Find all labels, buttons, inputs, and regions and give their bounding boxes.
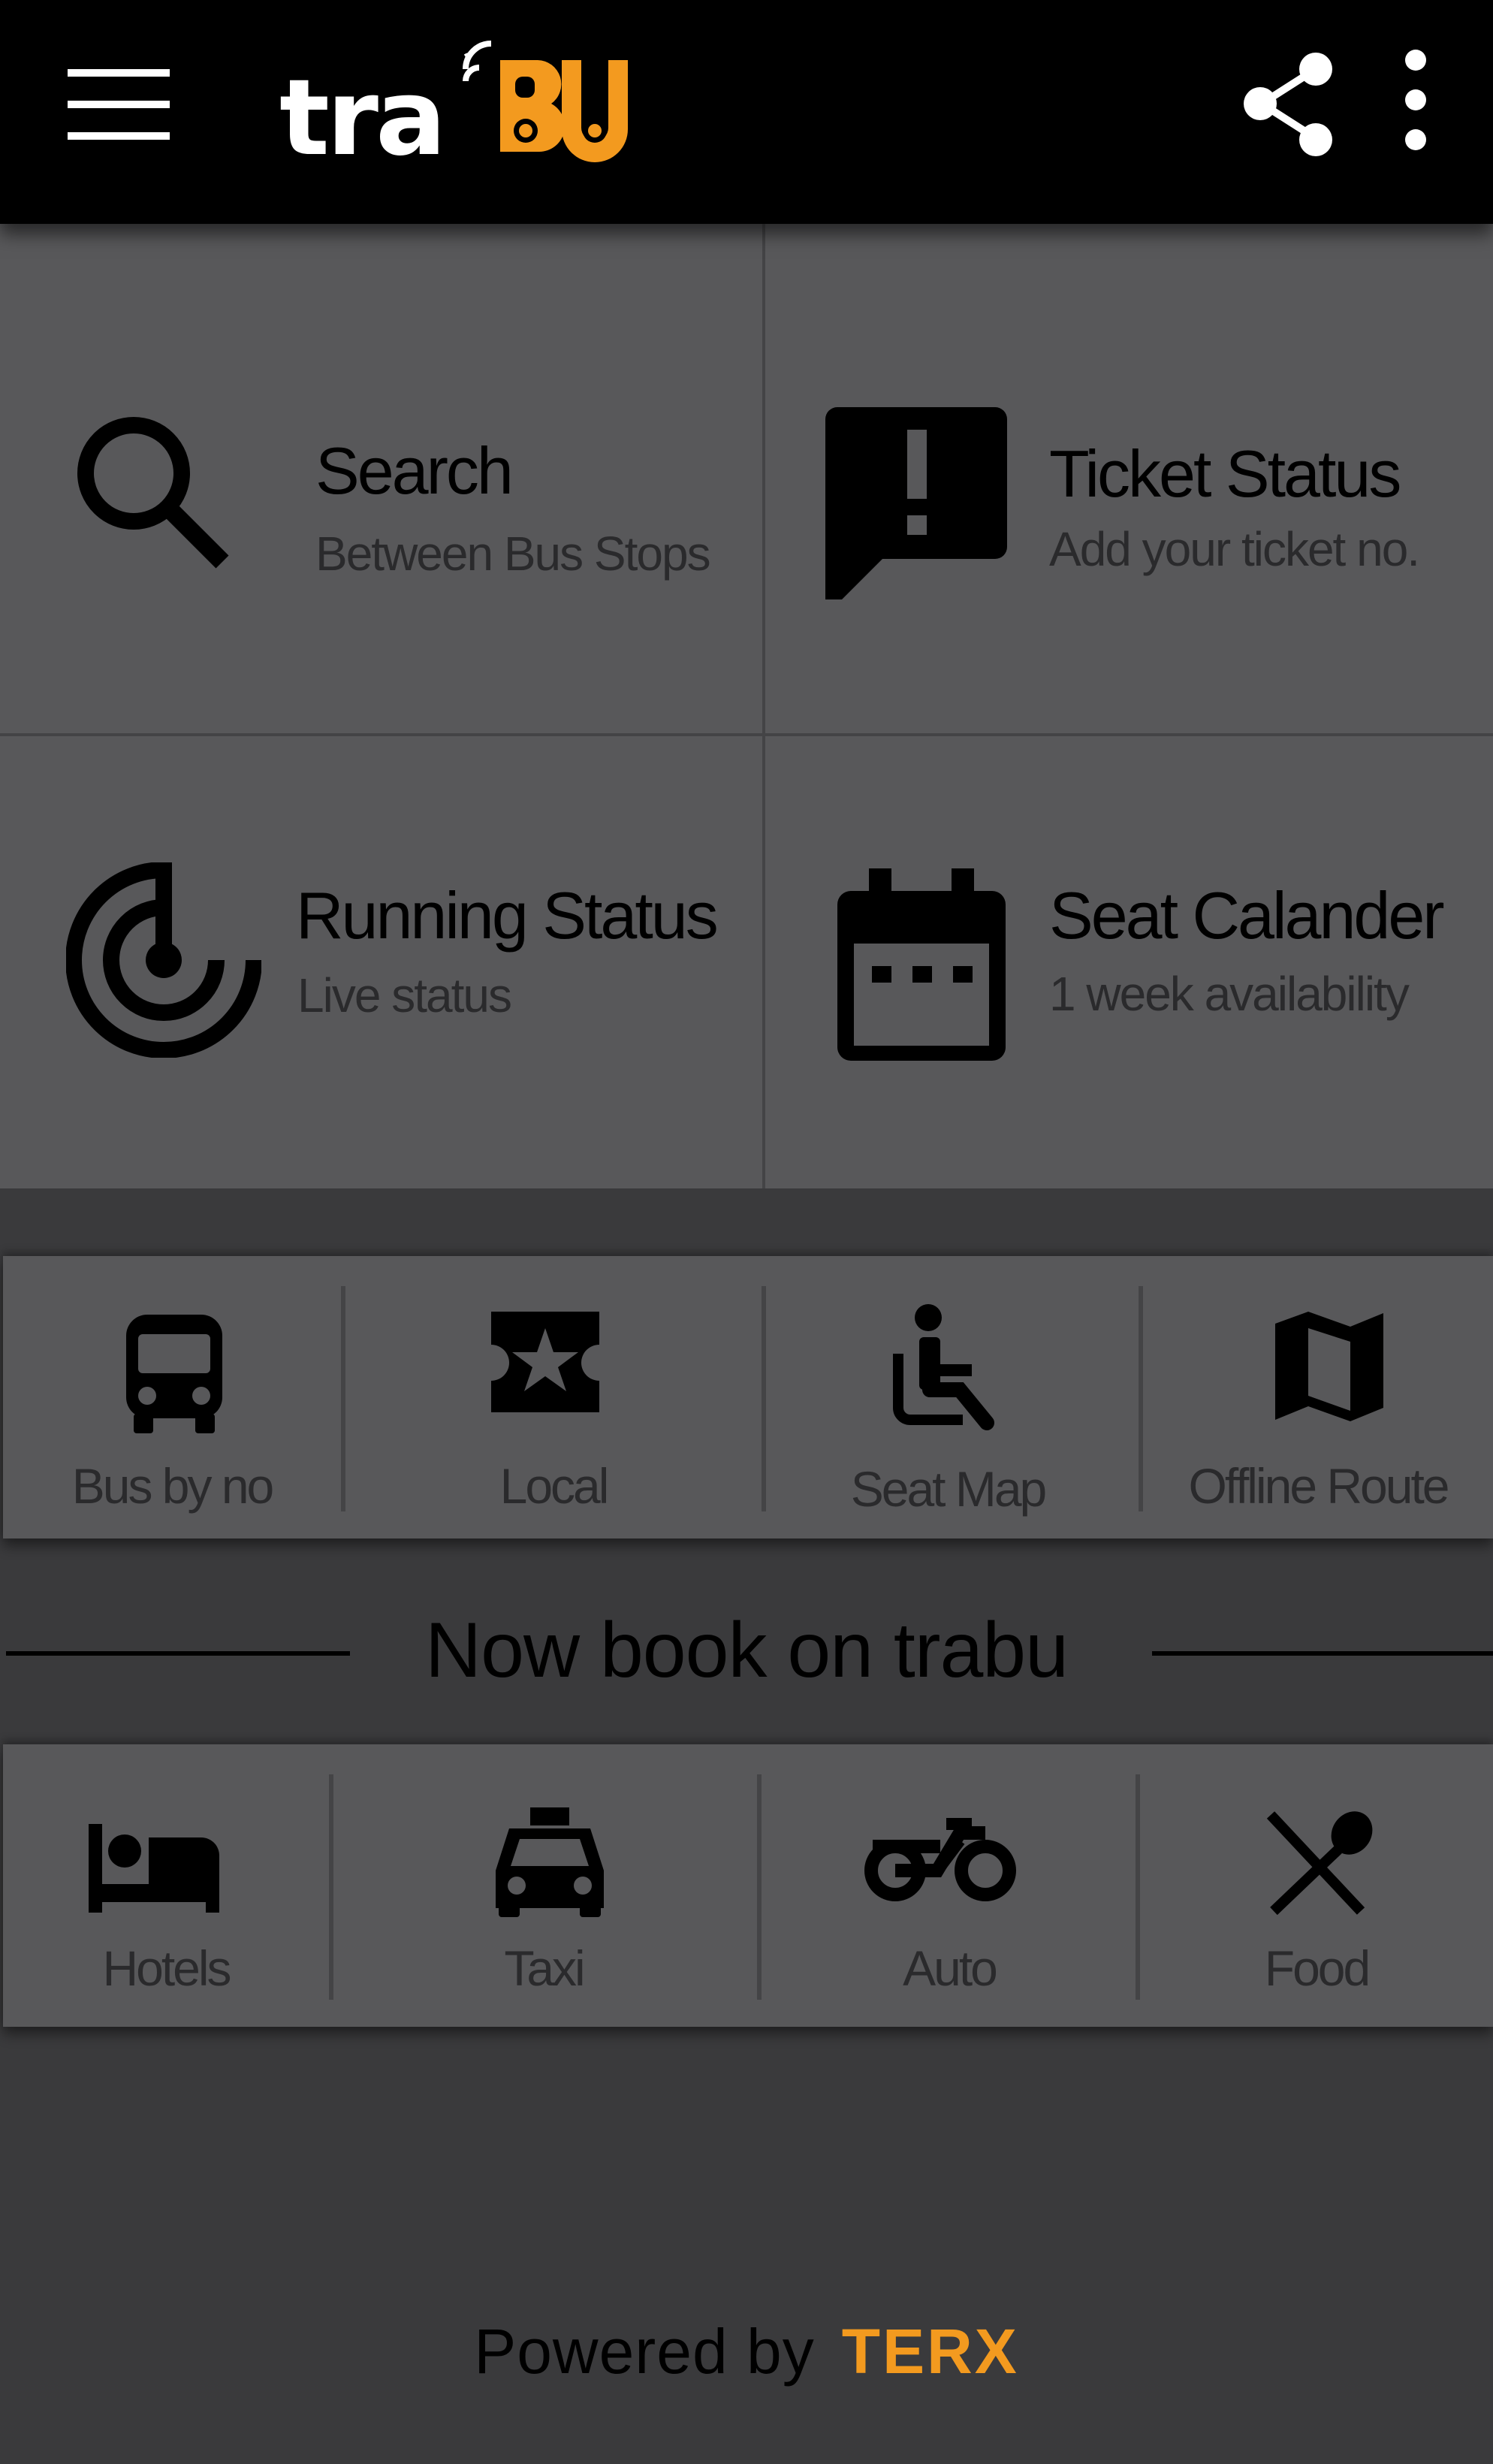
tile-running-status[interactable]: Running Status Live status <box>0 736 762 1188</box>
feedback-alert-icon <box>825 407 1007 599</box>
app-logo: tra <box>279 38 628 171</box>
tile-subtitle: 1 week availability <box>1049 967 1410 1021</box>
booking-item-auto[interactable]: Auto <box>762 1744 1137 2027</box>
quick-action-local[interactable]: Local <box>345 1256 762 1538</box>
search-icon <box>77 417 229 569</box>
main-tiles-grid: Search Between Bus Stops Ticket Status A… <box>0 224 1493 1188</box>
map-icon <box>1275 1312 1383 1421</box>
radar-icon <box>66 862 261 1058</box>
ticket-star-icon <box>491 1312 599 1412</box>
booking-item-label: Food <box>1264 1940 1371 1996</box>
quick-action-label: Offline Route <box>1188 1458 1449 1514</box>
restaurant-icon <box>1266 1811 1373 1916</box>
more-vert-icon[interactable] <box>1382 44 1449 164</box>
quick-action-label: Local <box>499 1458 610 1514</box>
tile-title: Ticket Status <box>1049 436 1401 511</box>
quick-action-seat-map[interactable]: Seat Map <box>766 1256 1130 1538</box>
footer-brand[interactable]: TERX <box>842 2316 1019 2387</box>
tile-title: Running Status <box>296 878 719 953</box>
quick-action-label: Bus by no <box>71 1458 275 1514</box>
booking-item-label: Taxi <box>504 1940 585 1996</box>
logo-text-tra: tra <box>279 57 446 180</box>
motorcycle-icon <box>864 1818 1016 1901</box>
quick-actions-panel: Bus by no Local Seat Map Offline Route <box>3 1256 1493 1538</box>
booking-item-label: Hotels <box>102 1940 231 1996</box>
footer-prefix: Powered by <box>474 2316 815 2387</box>
share-icon[interactable] <box>1232 44 1337 164</box>
booking-item-hotels[interactable]: Hotels <box>3 1744 329 2027</box>
hotel-bed-icon <box>89 1824 219 1913</box>
tile-ticket-status[interactable]: Ticket Status Add your ticket no. <box>765 224 1493 733</box>
powered-by-footer: Powered by TERX <box>0 2315 1493 2388</box>
booking-item-food[interactable]: Food <box>1140 1744 1493 2027</box>
wheelchair-seat-icon <box>893 1304 994 1430</box>
booking-item-taxi[interactable]: Taxi <box>333 1744 754 2027</box>
tile-subtitle: Add your ticket no. <box>1049 522 1420 576</box>
app-toolbar: tra <box>0 0 1493 224</box>
bus-icon <box>126 1315 222 1433</box>
heading-rule-right <box>1152 1651 1493 1656</box>
tile-title: Seat Calander <box>1049 878 1445 953</box>
tile-search[interactable]: Search Between Bus Stops <box>0 224 762 733</box>
tile-subtitle: Live status <box>297 968 512 1022</box>
quick-action-offline-route[interactable]: Offline Route <box>1143 1256 1493 1538</box>
quick-action-label: Seat Map <box>850 1461 1048 1517</box>
booking-item-label: Auto <box>903 1940 998 1996</box>
tile-title: Search <box>315 433 514 508</box>
taxi-icon <box>496 1807 604 1917</box>
menu-icon[interactable] <box>60 63 180 153</box>
booking-panel: Hotels Taxi Auto Food <box>3 1744 1493 2027</box>
logo-bu-mark <box>463 41 628 162</box>
quick-action-bus-by-no[interactable]: Bus by no <box>3 1256 341 1538</box>
tile-seat-calander[interactable]: Seat Calander 1 week availability <box>765 736 1493 1188</box>
calendar-icon <box>837 868 1006 1061</box>
tile-subtitle: Between Bus Stops <box>315 527 711 581</box>
